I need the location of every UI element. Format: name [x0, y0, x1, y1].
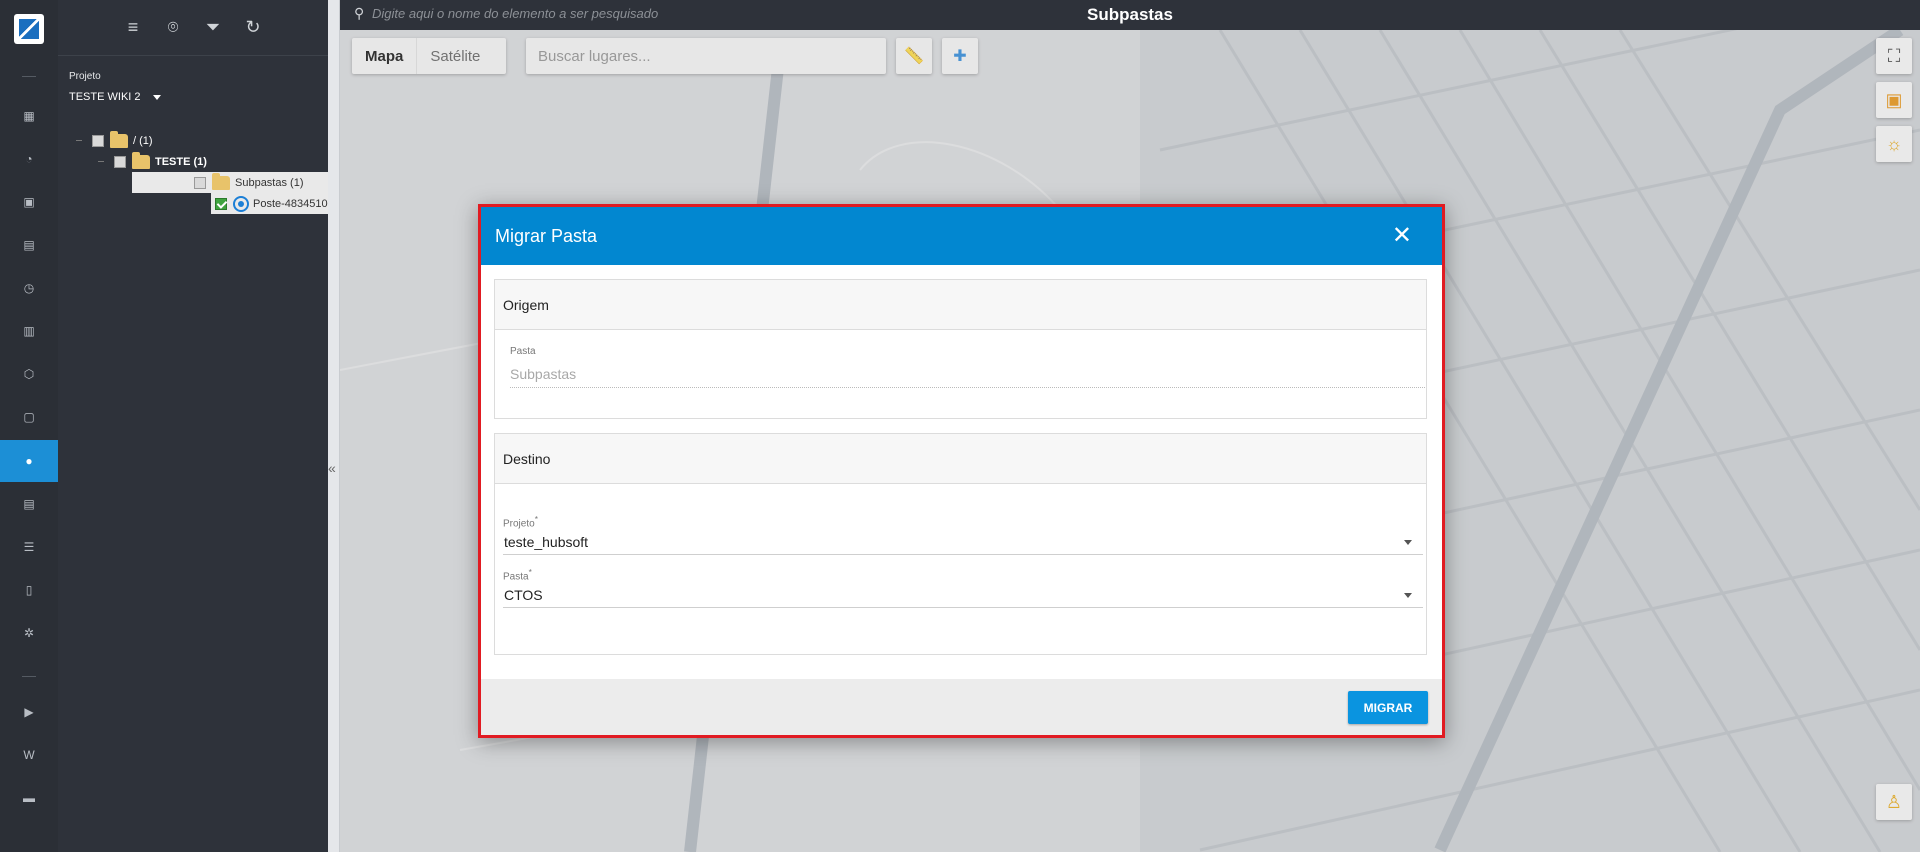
tree-node-label: Poste-4834510: [253, 197, 328, 210]
briefcase-icon[interactable]: ▥: [0, 311, 58, 351]
nav-rail: ▦ ◔ ▣ ▤ ◷ ▥ ⬡ ▢ ● ▤ ☰ ▯ ✲ ▶ W ▬: [0, 0, 58, 852]
app-logo[interactable]: [14, 14, 44, 44]
destino-projeto-label: Projeto*: [503, 514, 538, 530]
tree-node-label: / (1): [133, 134, 153, 147]
page-title: Subpastas: [1087, 5, 1173, 24]
tree-checkbox[interactable]: [194, 176, 206, 189]
migrate-folder-dialog: Migrar Pasta ✕ Origem Pasta Subpastas De…: [478, 204, 1445, 738]
top-bar: ⚲ Digite aqui o nome do elemento a ser p…: [340, 0, 1920, 30]
list-icon[interactable]: ▤: [0, 484, 58, 524]
folder-icon: [110, 130, 128, 148]
folder-icon: [132, 151, 150, 169]
project-select[interactable]: TESTE WIKI 2: [69, 91, 161, 103]
origem-pasta-label: Pasta: [510, 346, 536, 357]
project-label: Projeto: [69, 71, 101, 82]
folder-tree-panel: ≡ ⌾ ⏷ ↻ Projeto TESTE WIKI 2 / (1) TESTE…: [58, 0, 328, 852]
tree-node-subpastas[interactable]: Subpastas (1): [132, 172, 328, 193]
tree-checkbox[interactable]: [92, 134, 104, 147]
divider: [22, 676, 36, 677]
destino-heading: Destino: [495, 434, 1426, 484]
panel-toolbar: ≡ ⌾ ⏷ ↻: [58, 0, 328, 56]
filter-icon[interactable]: ⏷: [202, 17, 224, 38]
panel-splitter[interactable]: «: [328, 0, 340, 852]
folder-icon: [212, 172, 230, 190]
target-icon: [233, 195, 249, 212]
collapse-icon[interactable]: «: [328, 460, 336, 476]
tree-node-teste[interactable]: TESTE (1): [98, 151, 207, 172]
gear-icon[interactable]: ✲: [0, 613, 58, 653]
origem-pasta-field: Subpastas: [510, 366, 577, 382]
tree-node-label: TESTE (1): [155, 155, 207, 168]
origem-heading: Origem: [495, 280, 1426, 330]
destino-projeto-select[interactable]: teste_hubsoft: [504, 534, 588, 550]
book-icon[interactable]: ▤: [0, 225, 58, 265]
chat-icon[interactable]: ▬: [0, 778, 58, 818]
box-icon[interactable]: ⬡: [0, 354, 58, 394]
map-pin-icon[interactable]: ⌾: [162, 17, 184, 38]
tree-node-root[interactable]: / (1): [76, 130, 153, 151]
document-icon[interactable]: ▯: [0, 570, 58, 610]
destino-pasta-label: Pasta*: [503, 567, 532, 583]
dialog-header: Migrar Pasta ✕: [481, 207, 1442, 265]
destino-section: Destino Projeto* teste_hubsoft Pasta* CT…: [494, 433, 1427, 655]
dialog-title: Migrar Pasta: [495, 225, 598, 246]
origem-section: Origem Pasta Subpastas: [494, 279, 1427, 419]
migrar-button[interactable]: MIGRAR: [1348, 691, 1428, 724]
chart-icon[interactable]: ◔: [0, 139, 58, 179]
close-icon[interactable]: ✕: [1392, 221, 1412, 250]
dialog-footer: MIGRAR: [481, 679, 1442, 735]
map-marker-icon[interactable]: ●: [0, 440, 58, 482]
tree-checkbox[interactable]: [114, 155, 126, 168]
contacts-icon[interactable]: ▣: [0, 182, 58, 222]
tree-node-poste[interactable]: Poste-4834510: [211, 193, 328, 214]
tree-checkbox[interactable]: [215, 197, 227, 210]
wiki-icon[interactable]: W: [0, 735, 58, 775]
video-icon[interactable]: ▶: [0, 692, 58, 732]
chevron-down-icon: [152, 94, 161, 100]
refresh-icon[interactable]: ↻: [242, 17, 264, 38]
project-value: TESTE WIKI 2: [69, 91, 141, 103]
money-icon[interactable]: ▢: [0, 397, 58, 437]
chevron-down-icon[interactable]: [1404, 593, 1412, 598]
chevron-down-icon[interactable]: [1404, 540, 1412, 545]
dashboard-icon[interactable]: ▦: [0, 96, 58, 136]
divider: [22, 76, 36, 77]
tree-node-label: Subpastas (1): [235, 176, 304, 189]
server-icon[interactable]: ☰: [0, 527, 58, 567]
menu-icon[interactable]: ≡: [122, 17, 144, 38]
destino-pasta-select[interactable]: CTOS: [504, 587, 543, 603]
history-icon[interactable]: ◷: [0, 268, 58, 308]
